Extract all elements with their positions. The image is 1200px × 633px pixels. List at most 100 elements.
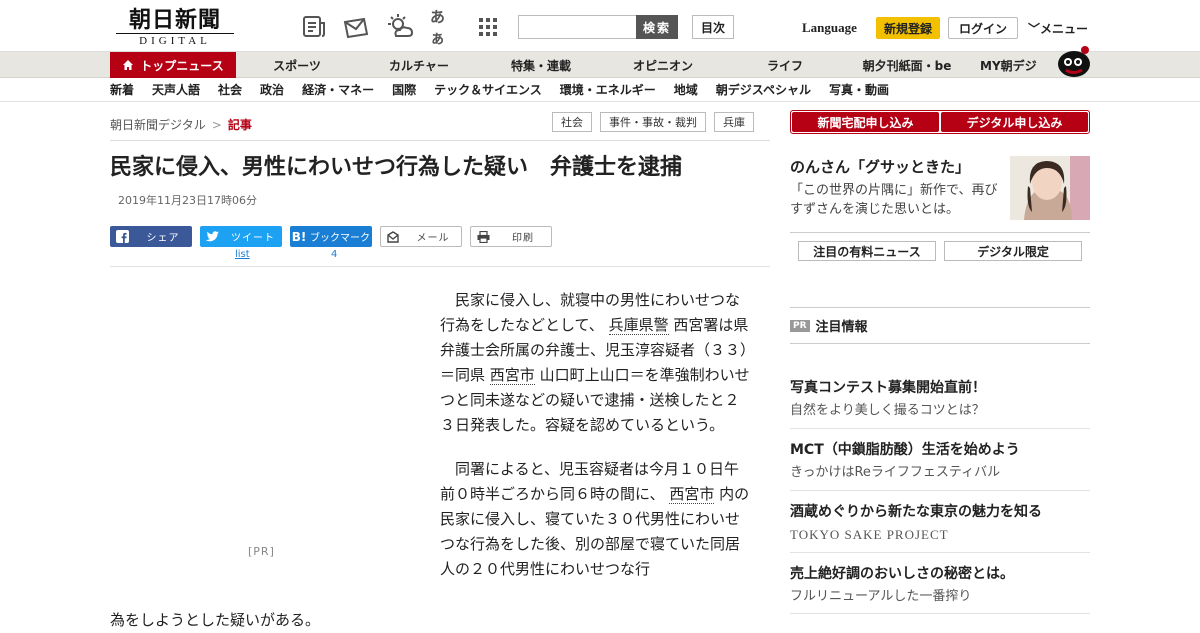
font-size-icon[interactable]: あぁ: [430, 8, 458, 47]
gnav-item-life[interactable]: ライフ: [724, 52, 846, 78]
sponsored-subtitle: TOKYO SAKE PROJECT: [790, 527, 949, 542]
sponsored-item[interactable]: 売上絶好調のおいしさの秘密とは。 フルリニューアルした一番搾り: [790, 564, 1090, 607]
logo-main-text: 朝日新聞: [128, 7, 221, 33]
sponsored-title: 写真コンテスト募集開始直前！: [790, 380, 986, 396]
menu-label: メニュー: [1040, 22, 1089, 36]
facebook-share-label: シェア: [146, 233, 180, 244]
breadcrumb-separator: >: [211, 118, 222, 132]
newspaper-delivery-button[interactable]: 新聞宅配申し込み: [792, 112, 939, 132]
divider: [790, 307, 1090, 308]
paper-icon[interactable]: [300, 14, 328, 40]
login-button[interactable]: ログイン: [948, 17, 1018, 39]
pr-label: [PR]: [248, 545, 275, 558]
promo-description[interactable]: 「この世界の片隅に」新作で、再びすずさんを演じた思いとは。: [790, 181, 1005, 219]
weather-icon[interactable]: [386, 14, 414, 40]
tag-incident[interactable]: 事件・事故・裁判: [600, 112, 706, 132]
mail-share-label: メール: [416, 233, 450, 244]
gnav-item-features[interactable]: 特集・連載: [480, 52, 602, 78]
tag-society[interactable]: 社会: [552, 112, 592, 132]
mascot-icon[interactable]: [1056, 44, 1092, 78]
language-link[interactable]: Language: [802, 20, 857, 36]
snav-item-special[interactable]: 朝デジスペシャル: [716, 80, 811, 100]
breadcrumb-home[interactable]: 朝日新聞デジタル: [110, 118, 206, 132]
gnav-item-papers[interactable]: 朝夕刊紙面・be: [846, 52, 968, 78]
pr-badge: PR: [790, 319, 810, 332]
sponsored-item[interactable]: MCT（中鎖脂肪酸）生活を始めよう きっかけはReライフフェスティバル: [790, 440, 1090, 483]
logo-sub-text: DIGITAL: [116, 33, 234, 47]
gnav-item-my-asahi[interactable]: MY朝デジ: [968, 52, 1068, 78]
sponsored-subtitle: きっかけはReライフフェスティバル: [790, 465, 1001, 480]
gnav-item-top-news[interactable]: トップニュース: [110, 52, 236, 78]
article-body: 民家に侵入し、就寝中の男性にわいせつな行為をしたなどとして、 兵庫県警 西宮署は…: [440, 288, 750, 601]
divider: [790, 232, 1090, 233]
divider: [110, 140, 770, 141]
facebook-share-button[interactable]: シェア: [110, 226, 192, 247]
gnav-item-culture[interactable]: カルチャー: [358, 52, 480, 78]
print-icon: [471, 226, 495, 247]
text-run: 山口町上山口＝を準強制わいせつと同未遂などの疑いで逮捕・送検したと２３日発表した…: [440, 366, 750, 434]
sponsored-title: 酒蔵めぐりから新たな東京の魅力を知る: [790, 504, 1042, 520]
twitter-share-button[interactable]: ツイート: [200, 226, 282, 247]
sponsored-item[interactable]: 写真コンテスト募集開始直前！ 自然をより美しく撮るコツとは？: [790, 378, 1090, 421]
keyword-link[interactable]: 兵庫県警: [608, 316, 669, 335]
mail-share-button[interactable]: メール: [380, 226, 462, 247]
snav-item-economy[interactable]: 経済・マネー: [302, 80, 374, 100]
pr-section-title: 注目情報: [815, 320, 868, 335]
grid-icon[interactable]: [474, 14, 502, 40]
keyword-link[interactable]: 西宮市: [669, 485, 715, 504]
snav-item-tensei[interactable]: 天声人語: [152, 80, 200, 100]
gnav-item-sports[interactable]: スポーツ: [236, 52, 358, 78]
snav-item-local[interactable]: 地域: [674, 80, 698, 100]
hatena-bookmark-button[interactable]: B! ブックマーク: [290, 226, 372, 247]
gnav-label: トップニュース: [140, 58, 224, 73]
article-date: 2019年11月23日17時06分: [118, 194, 257, 207]
search-input[interactable]: [518, 15, 638, 39]
subscription-buttons: 新聞宅配申し込み デジタル申し込み: [790, 110, 1090, 134]
divider: [110, 266, 770, 267]
envelope-icon[interactable]: [342, 14, 370, 40]
hatena-icon: B!: [291, 229, 307, 244]
search-button[interactable]: 検索: [636, 15, 678, 39]
tab-digital-only[interactable]: デジタル限定: [944, 241, 1082, 261]
print-label: 印刷: [512, 233, 534, 244]
article-paragraph: 民家に侵入し、就寝中の男性にわいせつな行為をしたなどとして、 兵庫県警 西宮署は…: [440, 288, 750, 438]
gnav-item-opinion[interactable]: オピニオン: [602, 52, 724, 78]
signup-button[interactable]: 新規登録: [876, 17, 940, 39]
snav-item-politics[interactable]: 政治: [260, 80, 284, 100]
hatena-count[interactable]: 4: [331, 249, 337, 260]
keyword-link[interactable]: 西宮市: [489, 366, 535, 385]
article-headline: 民家に侵入、男性にわいせつ行為した疑い 弁護士を逮捕: [110, 155, 683, 180]
breadcrumb-current: 記事: [227, 118, 252, 132]
divider: [790, 428, 1090, 429]
article-paragraph: 同署によると、児玉容疑者は今月１０日午前０時半ごろから同６時の間に、 西宮市 内…: [440, 457, 750, 582]
twitter-share-label: ツイート: [231, 233, 275, 244]
sub-nav: 新着 天声人語 社会 政治 経済・マネー 国際 テック＆サイエンス 環境・エネル…: [110, 80, 907, 100]
snav-item-photo[interactable]: 写真・動画: [829, 80, 889, 100]
snav-item-international[interactable]: 国際: [392, 80, 416, 100]
promo-title[interactable]: のんさん「グサッときた」: [790, 156, 970, 177]
site-logo[interactable]: 朝日新聞 DIGITAL: [116, 8, 234, 48]
snav-item-environment[interactable]: 環境・エネルギー: [560, 80, 656, 100]
tab-paid-news[interactable]: 注目の有料ニュース: [798, 241, 936, 261]
sponsored-title: MCT（中鎖脂肪酸）生活を始めよう: [790, 442, 1020, 458]
tag-hyogo[interactable]: 兵庫: [714, 112, 754, 132]
print-button[interactable]: 印刷: [470, 226, 552, 247]
divider: [790, 343, 1090, 344]
toc-button[interactable]: 目次: [692, 15, 734, 39]
snav-item-society[interactable]: 社会: [218, 80, 242, 100]
sponsored-title: 売上絶好調のおいしさの秘密とは。: [790, 566, 1014, 582]
snav-item-tech[interactable]: テック＆サイエンス: [434, 80, 542, 100]
menu-button[interactable]: ﹀メニュー: [1028, 20, 1088, 37]
sponsored-item[interactable]: 酒蔵めぐりから新たな東京の魅力を知る TOKYO SAKE PROJECT: [790, 502, 1090, 545]
snav-item-new[interactable]: 新着: [110, 80, 134, 100]
article-paragraph-continued: 為をしようとした疑いがある。: [110, 611, 321, 629]
promo-photo[interactable]: [1010, 156, 1090, 220]
ad-slot: [110, 288, 410, 568]
divider: [790, 613, 1090, 614]
chevron-down-icon: ﹀: [1028, 22, 1041, 36]
twitter-count[interactable]: list: [235, 249, 250, 260]
article-tags: 社会 事件・事故・裁判 兵庫: [544, 112, 754, 134]
digital-signup-button[interactable]: デジタル申し込み: [941, 112, 1088, 132]
sponsored-subtitle: フルリニューアルした一番搾り: [790, 589, 972, 604]
facebook-icon: [110, 226, 134, 247]
